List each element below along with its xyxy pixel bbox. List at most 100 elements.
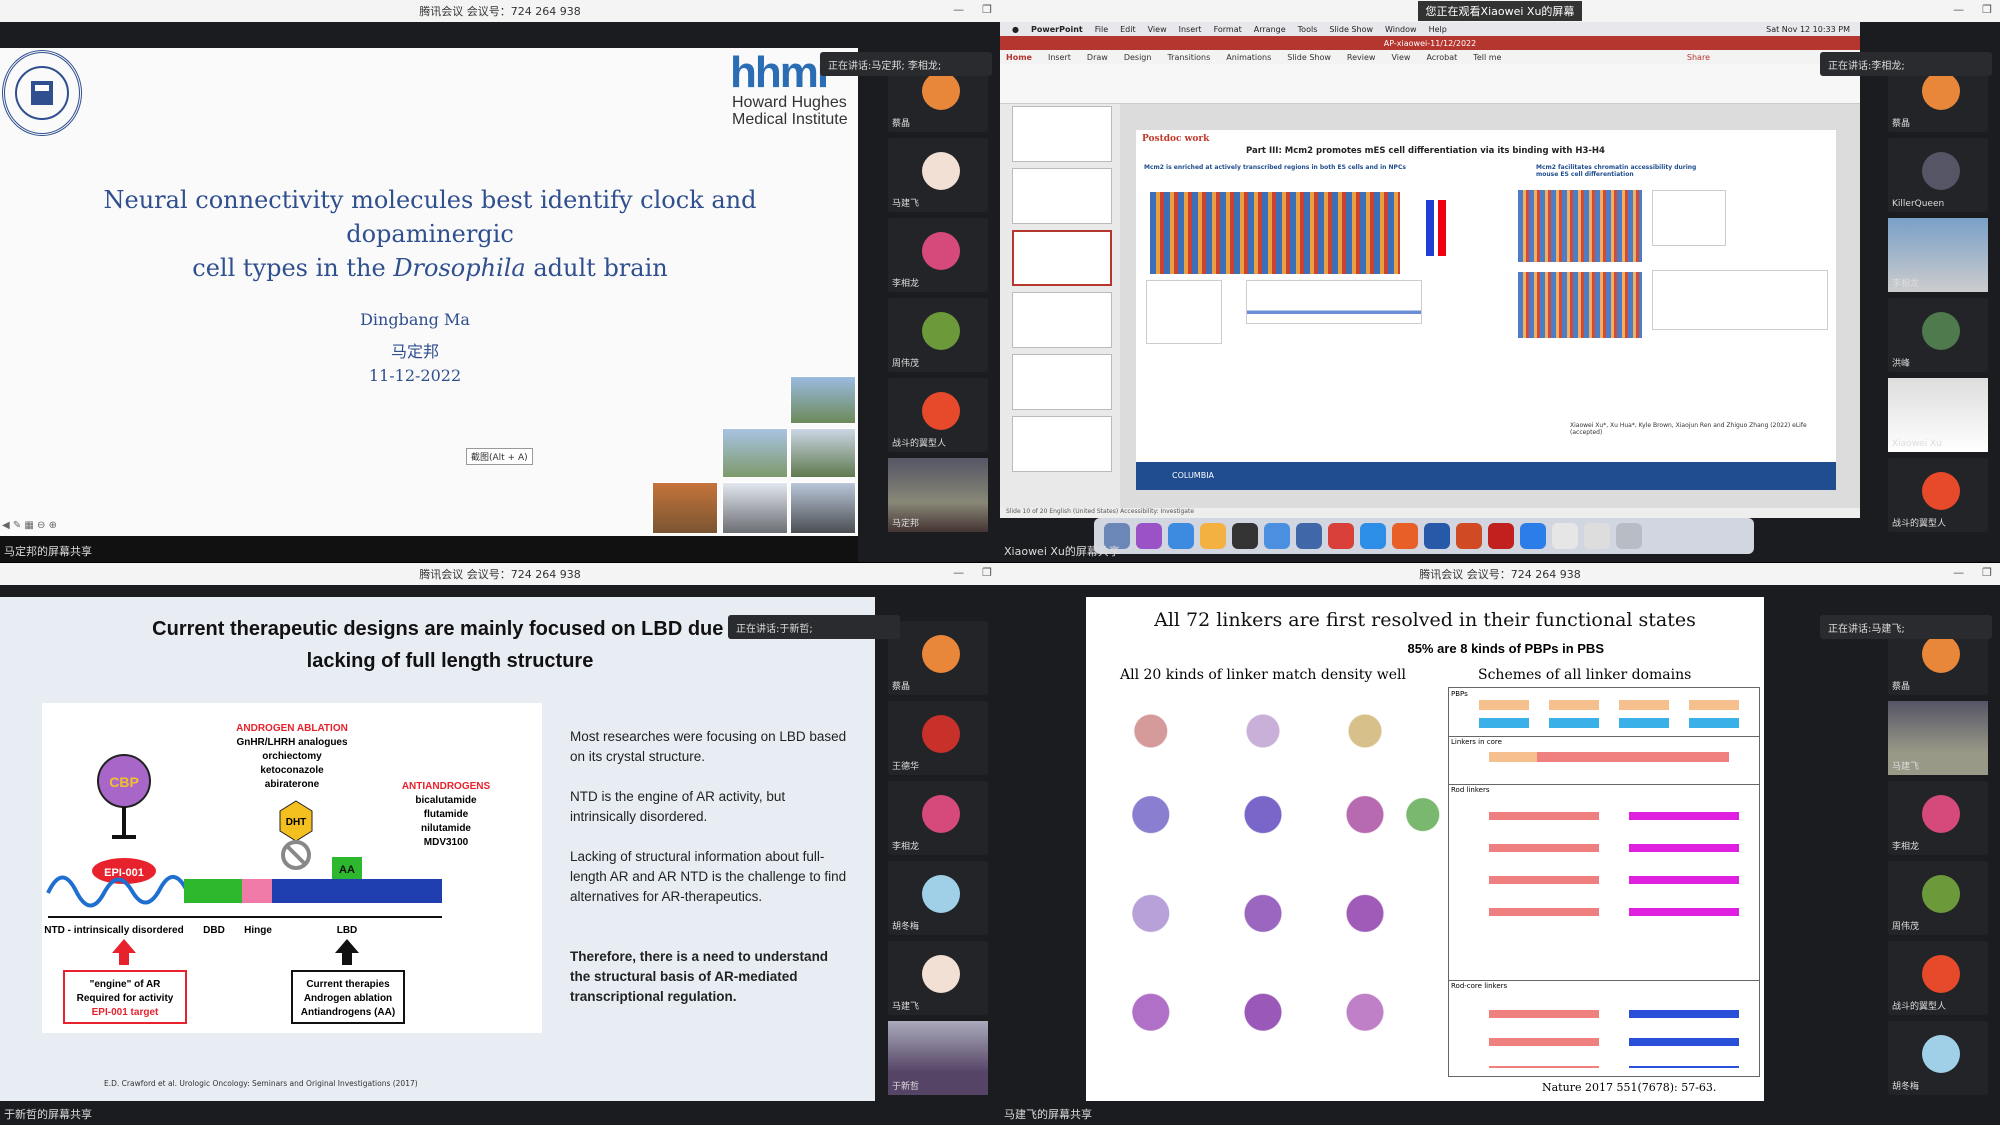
participant-video-tile[interactable]: Xiaowei Xu [1888,378,1988,452]
participant-tile[interactable]: 胡冬梅 [1888,1021,1988,1095]
menu-item[interactable]: Insert [1179,25,1202,34]
bullet-text: NTD is the engine of AR activity, but in… [570,789,786,824]
slide-thumbnail[interactable] [1012,106,1112,162]
participant-tile[interactable]: 洪峰 [1888,298,1988,372]
participant-tile[interactable]: 周伟茂 [888,298,988,372]
participant-tile[interactable]: 李相龙 [1888,781,1988,855]
menu-item[interactable]: Edit [1120,25,1136,34]
minimize-icon[interactable]: — [953,566,964,579]
document-icon[interactable] [1584,523,1610,549]
hhmi-logo-subtitle: Howard Hughes Medical Institute [732,94,848,128]
screen-share-label: 于新哲的屏幕共享 [4,1108,92,1121]
tab-home[interactable]: Home [1006,53,1032,62]
minimize-icon[interactable]: — [1953,566,1964,579]
restore-icon[interactable]: ❐ [982,566,992,579]
tab-insert[interactable]: Insert [1048,53,1071,62]
apple-icon[interactable]: ● [1012,25,1019,34]
photos-icon[interactable] [1200,523,1226,549]
tab-animations[interactable]: Animations [1226,53,1271,62]
slide-thumbnail[interactable] [1012,168,1112,224]
participant-video-tile[interactable]: 马建飞 [1888,701,1988,775]
left-panel-heading: Mcm2 is enriched at actively transcribed… [1144,164,1406,171]
slideshow-controls[interactable]: ◀ ✎ ▦ ⊖ ⊕ [2,520,57,531]
participant-tile[interactable]: 战斗的翼型人 [1888,941,1988,1015]
acrobat-icon[interactable] [1488,523,1514,549]
trash-icon[interactable] [1616,523,1642,549]
menu-item[interactable]: Window [1385,25,1417,34]
minimize-icon[interactable]: — [953,3,964,16]
app-icon[interactable] [1296,523,1322,549]
meeting-id: 腾讯会议 会议号：724 264 938 [419,568,581,581]
menu-item[interactable]: Tools [1298,25,1318,34]
participant-video-tile[interactable]: 于新哲 [888,1021,988,1095]
share-button[interactable]: Share [1687,53,1710,62]
ppt-slide: Postdoc work Part III: Mcm2 promotes mES… [1136,130,1836,490]
slide-thumbnail-selected[interactable] [1012,230,1112,286]
participant-tile[interactable]: 周伟茂 [1888,861,1988,935]
tell-me-search[interactable]: Tell me [1473,53,1501,62]
participant-tile[interactable]: 马建飞 [888,138,988,212]
minimize-icon[interactable]: — [1953,3,1964,16]
menu-item[interactable]: Slide Show [1329,25,1373,34]
restore-icon[interactable]: ❐ [1982,566,1992,579]
ribbon-toolbar[interactable] [1000,64,1860,104]
ablation-item: abiraterone [265,779,320,790]
antiandrogen-item: nilutamide [421,823,471,834]
bullet-text: Lacking of structural information about … [570,849,847,904]
tab-slide-show[interactable]: Slide Show [1287,53,1331,62]
tencent-meeting-icon[interactable] [1520,523,1546,549]
tab-transitions[interactable]: Transitions [1167,53,1210,62]
engine-box-line: "engine" of AR [90,979,162,990]
section-label: PBPs [1451,690,1468,698]
participant-video-tile[interactable]: 李相龙 [1888,218,1988,292]
restore-icon[interactable]: ❐ [982,3,992,16]
participant-tile[interactable]: 王德华 [888,701,988,775]
participant-tile[interactable]: 战斗的翼型人 [1888,458,1988,532]
ablation-heading: ANDROGEN ABLATION [236,723,348,734]
linker-scheme-panel: PBPs Linkers in core Rod linkers Rod-cor… [1448,687,1760,1077]
slide-title: Current therapeutic designs are mainly f… [152,618,748,672]
powerpoint-icon[interactable] [1456,523,1482,549]
participant-video-tile[interactable]: 马定邦 [888,458,988,532]
slide-thumbnail[interactable] [1012,292,1112,348]
tab-design[interactable]: Design [1124,53,1152,62]
app-icon[interactable] [1328,523,1354,549]
finder-window-icon[interactable] [1264,523,1290,549]
tab-acrobat[interactable]: Acrobat [1426,53,1457,62]
word-icon[interactable] [1424,523,1450,549]
document-icon[interactable] [1552,523,1578,549]
meeting-window-bottom-left: 腾讯会议 会议号：724 264 938 — ❐ Current therapeu… [0,563,1000,1125]
slide-subtitle: 85% are 8 kinds of PBPs in PBS [1407,641,1604,656]
menu-item[interactable]: Arrange [1254,25,1286,34]
siri-icon[interactable] [1136,523,1162,549]
participant-tile[interactable]: 马建飞 [888,941,988,1015]
slide-thumbnail[interactable] [1012,416,1112,472]
app-store-icon[interactable] [1360,523,1386,549]
participant-tile[interactable]: 战斗的翼型人 [888,378,988,452]
bullet-text: Most researches were focusing on LBD bas… [570,729,847,764]
tab-review[interactable]: Review [1347,53,1376,62]
menu-item[interactable]: View [1148,25,1167,34]
section-label: Rod linkers [1451,786,1490,794]
menu-item[interactable]: Help [1429,25,1447,34]
tab-draw[interactable]: Draw [1087,53,1108,62]
menu-item[interactable]: File [1095,25,1108,34]
participant-tile[interactable]: KillerQueen [1888,138,1988,212]
mac-dock [1094,518,1754,554]
participant-tile[interactable]: 李相龙 [888,218,988,292]
menu-item[interactable]: PowerPoint [1031,25,1083,34]
participant-tile[interactable]: 蔡晶 [888,621,988,695]
slide-thumbnail[interactable] [1012,354,1112,410]
settings-icon[interactable] [1232,523,1258,549]
participant-tile[interactable]: 胡冬梅 [888,861,988,935]
section-label: Linkers in core [1451,738,1502,746]
slide-thumbnails [1000,104,1120,508]
safari-icon[interactable] [1168,523,1194,549]
menu-item[interactable]: Format [1214,25,1242,34]
app-icon[interactable] [1392,523,1418,549]
restore-icon[interactable]: ❐ [1982,3,1992,16]
domain-label: LBD [337,925,358,936]
participant-list: 蔡晶 KillerQueen 李相龙 洪峰 Xiaowei Xu 战斗的翼型人 [1880,48,2000,542]
tab-view[interactable]: View [1391,53,1410,62]
participant-tile[interactable]: 李相龙 [888,781,988,855]
